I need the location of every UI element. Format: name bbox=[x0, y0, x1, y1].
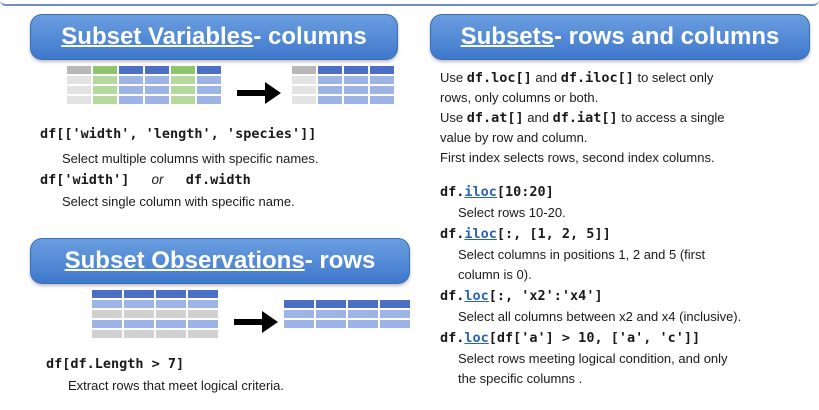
desc-select-single-column: Select single column with specific name. bbox=[62, 194, 295, 209]
code-prefix: df. bbox=[440, 330, 465, 346]
code-select-single-column: df['width'] or df.width bbox=[40, 172, 251, 188]
top-divider bbox=[0, 0, 819, 6]
example-code-0: df.iloc[10:20] bbox=[440, 184, 554, 200]
banner-rest: - columns bbox=[253, 23, 367, 50]
code-args: [df['a'] > 10, ['a', 'c']] bbox=[488, 330, 701, 346]
code-function-link[interactable]: loc bbox=[464, 330, 488, 346]
columns-source-table bbox=[67, 66, 221, 104]
arrow-right-icon bbox=[237, 82, 281, 104]
example-desc-0-0: Select rows 10-20. bbox=[458, 205, 566, 220]
intro-line-4: value by row and column. bbox=[440, 130, 588, 145]
banner-main: Subset Variables bbox=[61, 23, 254, 50]
code-function-link[interactable]: iloc bbox=[464, 226, 497, 242]
example-desc-2-0: Select all columns between x2 and x4 (in… bbox=[458, 309, 742, 324]
example-desc-3-1: the specific columns . bbox=[458, 371, 583, 386]
code-bracket-access: df['width'] bbox=[40, 172, 130, 188]
intro-line-5: First index selects rows, second index c… bbox=[440, 150, 715, 165]
banner-subset-observations: Subset Observations - rows bbox=[30, 238, 410, 284]
intro-line-3: Use df.at[] and df.iat[] to access a sin… bbox=[440, 110, 725, 126]
code-args: [:, [1, 2, 5]] bbox=[496, 226, 611, 242]
example-desc-3-0: Select rows meeting logical condition, a… bbox=[458, 351, 728, 366]
code-args: [:, 'x2':'x4'] bbox=[488, 288, 603, 304]
code-prefix: df. bbox=[440, 226, 465, 242]
code-function-link[interactable]: iloc bbox=[464, 184, 497, 200]
banner-main: Subset Observations bbox=[64, 247, 305, 274]
example-code-2: df.loc[:, 'x2':'x4'] bbox=[440, 288, 603, 304]
example-code-3: df.loc[df['a'] > 10, ['a', 'c']] bbox=[440, 330, 700, 346]
arrow-right-icon bbox=[234, 311, 278, 333]
or-label: or bbox=[151, 172, 164, 187]
banner-subset-variables: Subset Variables - columns bbox=[30, 14, 398, 60]
code-function-link[interactable]: loc bbox=[464, 288, 488, 304]
intro-line-1: Use df.loc[] and df.iloc[] to select onl… bbox=[440, 70, 714, 86]
code-attribute-access: df.width bbox=[185, 172, 251, 188]
desc-select-multiple-columns: Select multiple columns with specific na… bbox=[62, 151, 319, 166]
code-select-multiple-columns: df[['width', 'length', 'species']] bbox=[40, 126, 317, 142]
banner-subsets-rows-columns: Subsets - rows and columns bbox=[430, 14, 810, 60]
code-prefix: df. bbox=[440, 184, 465, 200]
example-code-1: df.iloc[:, [1, 2, 5]] bbox=[440, 226, 611, 242]
example-desc-1-1: column is 0). bbox=[458, 267, 532, 282]
code-filter-rows: df[df.Length > 7] bbox=[46, 356, 185, 372]
code-args: [10:20] bbox=[496, 184, 554, 200]
banner-rest: - rows bbox=[304, 247, 376, 274]
banner-main: Subsets bbox=[460, 23, 554, 50]
columns-result-table bbox=[292, 66, 394, 104]
example-desc-1-0: Select columns in positions 1, 2 and 5 (… bbox=[458, 247, 706, 262]
intro-line-2: rows, only columns or both. bbox=[440, 90, 599, 105]
rows-source-table bbox=[92, 290, 218, 338]
code-prefix: df. bbox=[440, 288, 465, 304]
desc-filter-rows: Extract rows that meet logical criteria. bbox=[68, 378, 285, 393]
rows-result-table bbox=[284, 300, 410, 328]
intro-text: Use df.loc[] and df.iloc[] to select onl… bbox=[440, 68, 725, 168]
banner-rest: - rows and columns bbox=[554, 23, 780, 50]
